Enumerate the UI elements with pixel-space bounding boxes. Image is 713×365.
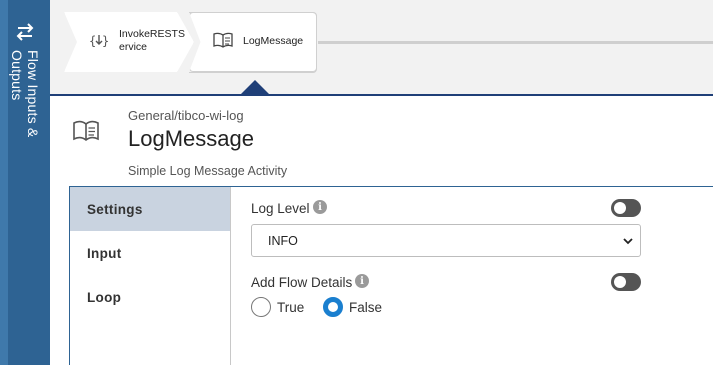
book-icon bbox=[73, 120, 99, 141]
flow-tile-label: LogMessage bbox=[243, 35, 304, 47]
selected-tile-pointer bbox=[241, 80, 269, 94]
svg-text:}: } bbox=[102, 34, 109, 48]
info-icon[interactable]: i bbox=[313, 200, 327, 214]
log-level-label: Log Level bbox=[251, 201, 310, 216]
activity-title: LogMessage bbox=[128, 126, 254, 151]
tab-loop[interactable]: Loop bbox=[70, 275, 230, 319]
config-tabs: Settings Input Loop bbox=[70, 187, 231, 365]
flow-connector-line bbox=[318, 41, 713, 44]
add-flow-details-label: Add Flow Details bbox=[251, 275, 353, 290]
activity-description: Simple Log Message Activity bbox=[128, 164, 288, 178]
radio-false[interactable] bbox=[323, 297, 343, 317]
book-icon bbox=[213, 32, 233, 48]
rail-edge bbox=[0, 0, 8, 365]
flow-inputs-outputs-rail[interactable]: Flow Inputs & Outputs bbox=[0, 0, 50, 365]
tab-settings[interactable]: Settings bbox=[70, 187, 230, 231]
rest-service-icon: { } bbox=[89, 32, 109, 50]
log-level-toggle[interactable] bbox=[611, 199, 641, 217]
flow-tile-label: InvokeRESTService bbox=[119, 28, 185, 53]
radio-true-label: True bbox=[277, 300, 305, 315]
radio-true[interactable] bbox=[251, 297, 271, 317]
chevron-down-icon bbox=[623, 238, 633, 245]
swap-arrows-icon[interactable] bbox=[14, 22, 36, 42]
flow-divider bbox=[50, 94, 713, 96]
log-level-select[interactable]: INFO bbox=[251, 224, 641, 257]
radio-false-label: False bbox=[349, 300, 383, 315]
activity-ref: General/tibco-wi-log bbox=[128, 108, 244, 123]
log-level-value: INFO bbox=[268, 233, 298, 248]
rail-label: Flow Inputs & Outputs bbox=[9, 50, 41, 138]
info-icon[interactable]: i bbox=[355, 274, 369, 288]
tab-input[interactable]: Input bbox=[70, 231, 230, 275]
add-flow-details-toggle[interactable] bbox=[611, 273, 641, 291]
svg-text:{: { bbox=[89, 34, 96, 48]
